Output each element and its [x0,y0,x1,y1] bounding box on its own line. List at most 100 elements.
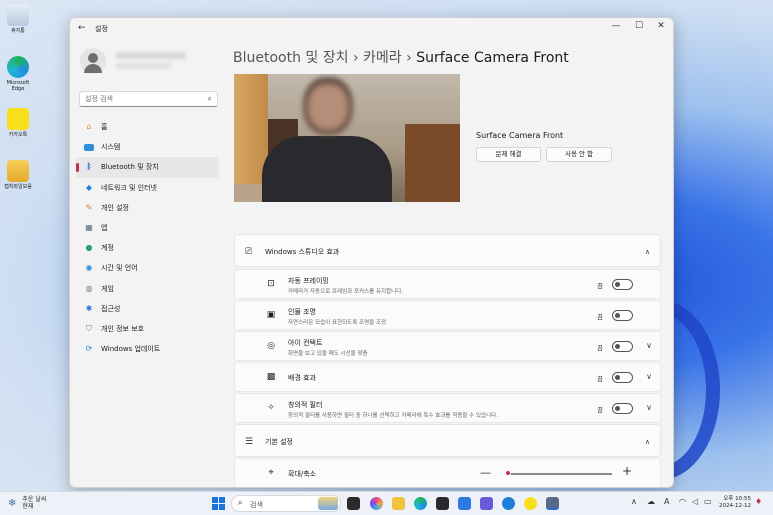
recycle-bin-icon [7,4,29,26]
row-description: 화면을 보고 있을 때도 시선을 맞춤 [288,351,368,357]
zoom-slider-thumb[interactable] [505,470,511,476]
redacted-username [116,52,186,59]
creative-filter-row[interactable]: ✧ 창의적 필터 창의적 필터를 사용하면 필터 중 하나를 선택하고 카메라에… [234,393,661,423]
portrait-light-toggle[interactable] [612,310,633,321]
settings-gear-icon[interactable] [546,497,559,510]
weather-widget[interactable]: ❄ 추운 날씨 현재 [8,496,46,510]
preview-shelf-right [405,124,460,202]
home-icon: ⌂ [86,122,92,132]
language-indicator[interactable]: A [664,497,669,506]
zoom-slider[interactable] [505,470,612,476]
bluetooth-icon: ᛒ [86,162,92,172]
background-effect-toggle[interactable] [612,372,633,383]
notification-bell-icon[interactable]: ♦ [755,497,762,506]
row-description: 창의적 필터를 사용하면 필터 중 하나를 선택하고 카메라에 특수 효과를 적… [288,413,498,419]
sidebar-item-apps[interactable]: ▦ 앱 [76,218,219,238]
file-explorer-icon[interactable] [392,497,405,510]
breadcrumb-camera[interactable]: 카메라 [363,50,402,66]
clock-date: 2024-12-12 [719,503,751,509]
desktop-icon-folder[interactable]: 캡처파일모음 [3,160,33,190]
disable-button[interactable]: 사용 안 함 [546,147,612,162]
chevron-down-icon[interactable]: ∨ [646,403,652,412]
eye-contact-row[interactable]: ◎ 아이 컨택트 화면을 보고 있을 때도 시선을 맞춤 끔 ∨ [234,331,661,361]
desktop-icon-recycle-bin[interactable]: 휴지통 [3,4,33,34]
volume-icon[interactable]: ◁ [692,497,698,506]
background-effect-row[interactable]: ▩ 배경 효과 끔 ∨ [234,362,661,392]
sidebar-item-network[interactable]: ◆ 네트워크 및 인터넷 [76,178,219,198]
maximize-button[interactable]: ☐ [628,21,650,31]
toggle-state-label: 끔 [597,406,603,414]
eye-contact-icon: ◎ [267,341,275,351]
sidebar-item-time-language[interactable]: ◉ 시간 및 언어 [76,258,219,278]
device-name: Surface Camera Front [476,131,564,140]
sidebar-item-label: 시간 및 언어 [101,264,138,273]
desktop-icon-label: 휴지통 [11,28,25,34]
troubleshoot-button[interactable]: 문제 해결 [476,147,541,162]
portrait-light-row: ▣ 인물 조명 자연스러운 모습이 표현되도록 조명을 조정 끔 [234,300,661,330]
cloud-icon[interactable]: ☁ [647,497,655,506]
zoom-out-button[interactable]: — [480,466,491,479]
breadcrumb-bluetooth[interactable]: Bluetooth 및 장치 [233,50,349,66]
teams-icon[interactable] [480,497,493,510]
sidebar-item-accounts[interactable]: ● 계정 [76,238,219,258]
row-title: 자동 프레이밍 [288,277,329,285]
auto-framing-toggle[interactable] [612,279,633,290]
sidebar-item-windows-update[interactable]: ⟳ Windows 업데이트 [76,339,219,359]
edge-icon[interactable] [414,497,427,510]
row-title: 배경 효과 [288,374,316,382]
row-title: 창의적 필터 [288,401,323,409]
store-icon[interactable] [436,497,449,510]
battery-icon[interactable]: ▭ [704,497,712,506]
zoom-in-button[interactable]: + [622,464,632,478]
camera-preview [234,74,460,202]
zoom-icon: ⌖ [268,468,274,478]
clock[interactable]: 오후 10:55 2024-12-12 [719,496,751,510]
sidebar-item-bluetooth[interactable]: ᛒ Bluetooth 및 장치 [76,157,219,178]
sidebar-item-accessibility[interactable]: ✱ 접근성 [76,299,219,319]
creative-filter-toggle[interactable] [612,403,633,414]
kakaotalk-icon[interactable] [524,497,537,510]
row-title: 인물 조명 [288,308,316,316]
desktop-icon-kakaotalk[interactable]: 카카오톡 [3,108,33,138]
chevron-up-icon: ∧ [644,247,650,256]
studio-effects-header[interactable]: ⎚ Windows 스튜디오 효과 ∧ [234,234,661,267]
folder-icon [7,160,29,182]
basic-settings-header[interactable]: ☰ 기본 설정 ∧ [234,424,661,457]
sidebar-item-label: 개인 정보 보호 [101,324,145,333]
eye-contact-toggle[interactable] [612,341,633,352]
sidebar-item-home[interactable]: ⌂ 홈 [76,117,219,137]
sidebar-item-system[interactable]: 시스템 [76,137,219,157]
breadcrumb-separator: › [406,50,412,66]
user-profile[interactable] [80,48,186,74]
window-title: 설정 [95,25,108,33]
row-title: 아이 컨택트 [288,339,323,347]
wifi-icon[interactable]: ◠ [679,497,686,506]
task-view-icon[interactable] [347,497,360,510]
app-icon[interactable] [502,497,515,510]
sidebar-item-gaming[interactable]: ◍ 게임 [76,279,219,299]
chevron-down-icon[interactable]: ∨ [646,341,652,350]
monitor-icon [84,143,94,151]
chevron-down-icon[interactable]: ∨ [646,372,652,381]
copilot-icon[interactable] [370,497,383,510]
chevron-up-icon[interactable]: ∧ [631,497,637,506]
row-title: 확대/축소 [288,470,317,478]
outlook-icon[interactable] [458,497,471,510]
studio-effects-title: Windows 스튜디오 효과 [265,247,340,256]
minimize-button[interactable]: — [605,21,627,31]
settings-search[interactable]: ⌕ [79,91,218,107]
close-button[interactable]: ✕ [650,21,672,31]
desktop-icon-edge[interactable]: Microsoft Edge [3,56,33,92]
sidebar-item-personalization[interactable]: ✎ 개인 설정 [76,198,219,218]
widget-image-icon[interactable] [318,497,338,510]
preview-person-body [262,136,392,202]
breadcrumb-current: Surface Camera Front [416,50,569,66]
search-input[interactable] [85,95,195,103]
sidebar-item-privacy[interactable]: ⛉ 개인 정보 보호 [76,319,219,339]
back-arrow-icon[interactable]: ← [78,23,86,33]
update-icon: ⟳ [85,344,93,354]
sidebar-item-label: 접근성 [101,304,121,313]
start-button[interactable] [212,497,225,510]
sidebar-item-label: 시스템 [101,143,121,152]
wifi-icon: ◆ [85,182,93,192]
